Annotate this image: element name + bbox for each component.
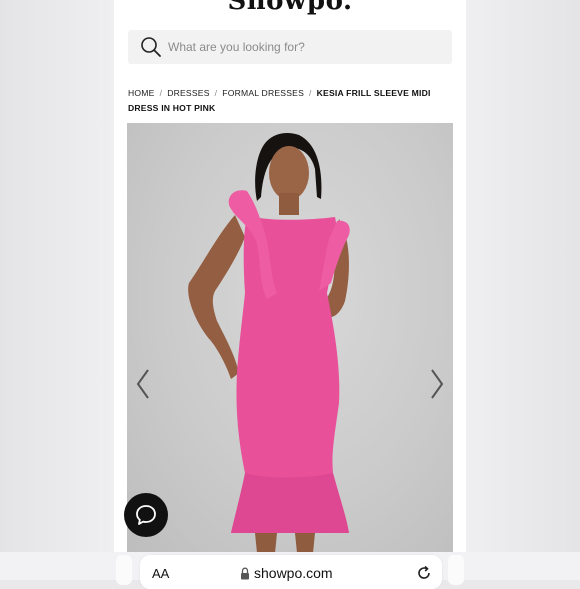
product-image[interactable] [127, 123, 453, 553]
breadcrumb-dresses[interactable]: DRESSES [167, 88, 209, 98]
breadcrumb-formal-dresses[interactable]: FORMAL DRESSES [222, 88, 304, 98]
text-size-button[interactable]: AA [152, 566, 169, 581]
gallery-next-button[interactable] [427, 366, 447, 402]
phone-screen: Showpo. HOME/DRESSES/FORMAL DRESSES/KESI… [114, 0, 466, 580]
chevron-right-icon [431, 369, 444, 399]
breadcrumb-home[interactable]: HOME [128, 88, 155, 98]
chat-bubble-icon [136, 505, 156, 525]
url-display[interactable]: showpo.com [240, 565, 333, 581]
model-photo [188, 133, 350, 553]
url-text: showpo.com [254, 565, 333, 581]
chevron-left-icon [136, 369, 149, 399]
address-bar[interactable]: AA showpo.com [140, 555, 442, 589]
chat-button[interactable] [124, 493, 168, 537]
background-left [0, 0, 114, 580]
background-right [466, 0, 580, 580]
breadcrumb-separator: / [159, 88, 163, 98]
breadcrumb-separator: / [309, 88, 312, 98]
site-logo[interactable]: Showpo. [114, 0, 466, 16]
adjacent-tab-right[interactable] [448, 555, 464, 585]
search-icon [141, 37, 161, 57]
adjacent-tab-left[interactable] [116, 555, 132, 585]
breadcrumb-separator: / [214, 88, 218, 98]
gallery-prev-button[interactable] [133, 366, 153, 402]
lock-icon [241, 567, 249, 579]
search-input[interactable] [166, 39, 450, 55]
breadcrumb: HOME / DRESSES / FORMAL DRESSES / KESIA FRILL … [128, 86, 452, 116]
search-bar[interactable] [128, 30, 452, 64]
reload-icon[interactable] [416, 565, 432, 581]
